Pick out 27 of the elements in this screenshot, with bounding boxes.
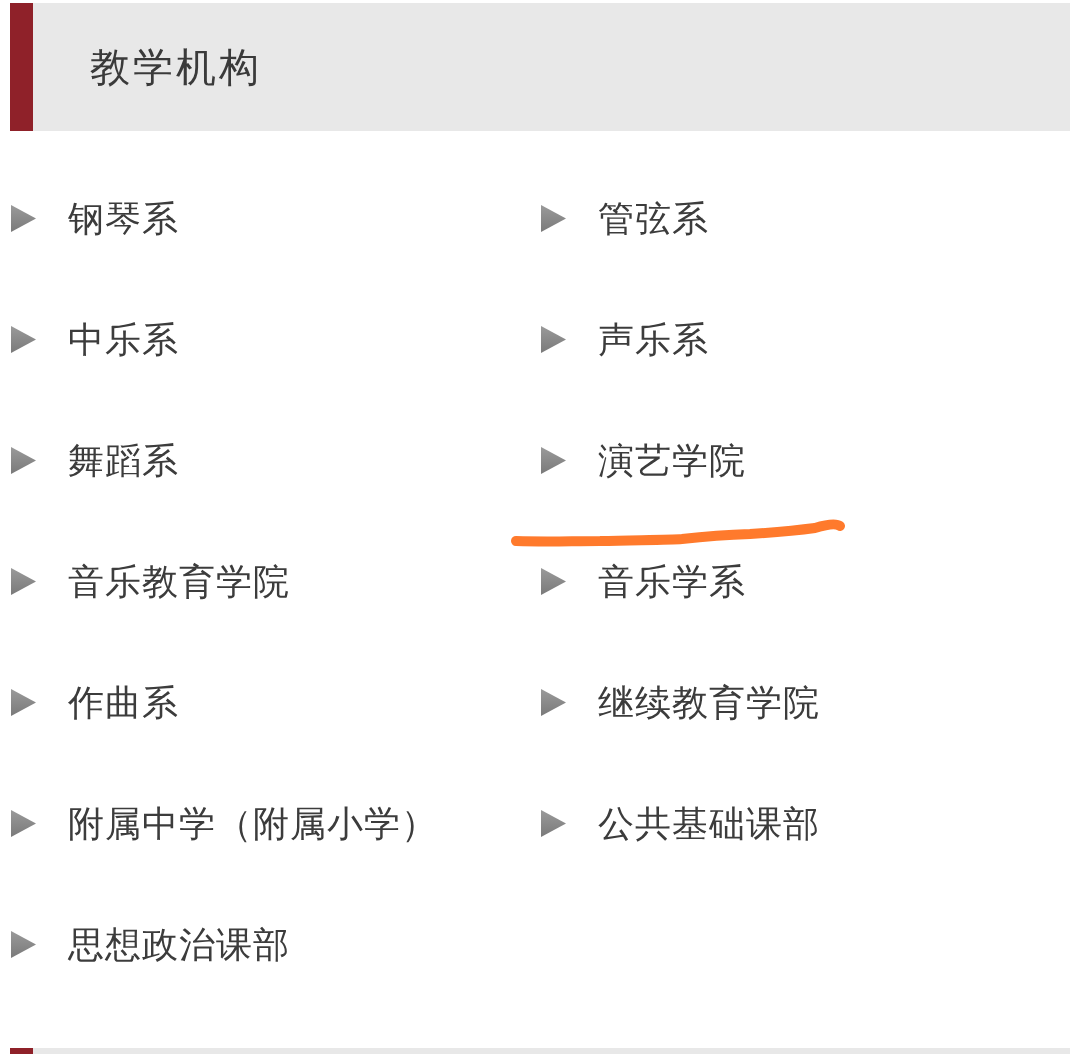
- triangle-icon: [11, 689, 36, 716]
- triangle-icon: [11, 205, 36, 232]
- department-link[interactable]: 声乐系: [541, 317, 709, 362]
- triangle-icon: [11, 931, 36, 958]
- department-link[interactable]: 附属中学（附属小学）: [11, 801, 438, 846]
- department-link[interactable]: 音乐学系: [541, 559, 746, 604]
- triangle-icon: [11, 447, 36, 474]
- department-link[interactable]: 钢琴系: [11, 196, 179, 241]
- department-link[interactable]: 思想政治课部: [11, 922, 290, 967]
- triangle-icon: [541, 568, 566, 595]
- department-link[interactable]: 管弦系: [541, 196, 709, 241]
- triangle-icon: [541, 205, 566, 232]
- department-link[interactable]: 作曲系: [11, 680, 179, 725]
- department-link[interactable]: 中乐系: [11, 317, 179, 362]
- triangle-icon: [11, 326, 36, 353]
- department-link[interactable]: 音乐教育学院: [11, 559, 290, 604]
- triangle-icon: [541, 810, 566, 837]
- triangle-icon: [11, 810, 36, 837]
- section-title: 教学机构: [90, 43, 262, 91]
- triangle-icon: [541, 689, 566, 716]
- department-link[interactable]: 演艺学院: [541, 438, 746, 483]
- department-link[interactable]: 公共基础课部: [541, 801, 820, 846]
- triangle-icon: [11, 568, 36, 595]
- triangle-icon: [541, 447, 566, 474]
- department-link[interactable]: 继续教育学院: [541, 680, 820, 725]
- triangle-icon: [541, 326, 566, 353]
- department-link[interactable]: 舞蹈系: [11, 438, 179, 483]
